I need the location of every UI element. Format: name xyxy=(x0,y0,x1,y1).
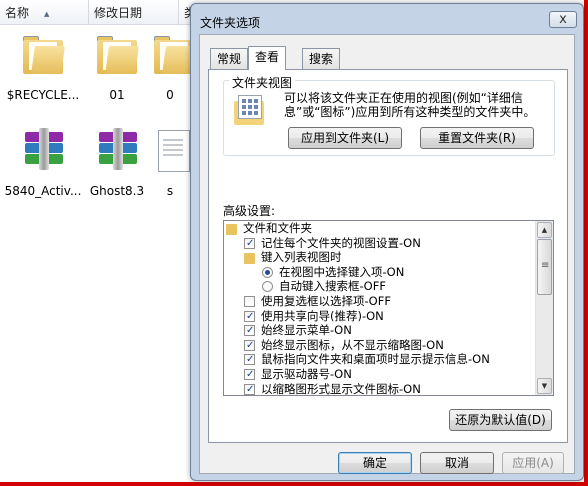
vertical-scrollbar[interactable]: ▲ ▼ xyxy=(535,221,553,395)
folder-icon xyxy=(93,30,141,78)
file-label: s xyxy=(166,184,174,198)
tab-general-label: 常规 xyxy=(217,52,242,66)
folder-views-title: 文件夹视图 xyxy=(229,74,296,91)
scroll-down-icon[interactable]: ▼ xyxy=(537,378,552,394)
checkbox[interactable] xyxy=(244,339,255,352)
column-modified-date[interactable]: 修改日期 xyxy=(88,0,178,24)
view-tab-panel: 可以将该文件夹正在使用的视图(例如“详细信息”或“图标”)应用到所有这种类型的文… xyxy=(208,69,568,443)
setting-label: 使用共享向导(推荐)-ON xyxy=(261,308,384,323)
setting-label: 键入列表视图时 xyxy=(261,250,342,265)
apply-to-folders-button[interactable]: 应用到文件夹(L) xyxy=(288,127,402,149)
dialog-client-area: 常规 查看 搜索 可以将该文件夹正在使用的视图(例如“详细信息”或“图标”)应用… xyxy=(199,34,575,474)
close-icon: x xyxy=(559,12,567,27)
advanced-settings-list[interactable]: 文件和文件夹记住每个文件夹的视图设置-ON键入列表视图时在视图中选择键入项-ON… xyxy=(223,220,554,396)
file-item[interactable]: Ghost8.3 xyxy=(74,126,160,198)
setting-label: 在视图中选择键入项-ON xyxy=(279,264,405,279)
folder-icon xyxy=(244,253,255,265)
setting-label: 文件和文件夹 xyxy=(243,221,312,235)
setting-label: 始终显示菜单-ON xyxy=(261,323,352,338)
setting-label: 显示驱动器号-ON xyxy=(261,367,352,381)
sort-arrow-icon: ▲ xyxy=(44,10,50,18)
file-item[interactable]: 01 xyxy=(74,30,160,102)
file-icon xyxy=(150,126,190,174)
dialog-titlebar[interactable]: 文件夹选项 x xyxy=(191,4,583,34)
file-label: 0 xyxy=(166,88,174,102)
setting-label: 记住每个文件夹的视图设置-ON xyxy=(261,235,421,250)
file-label: Ghost8.3 xyxy=(89,184,145,198)
rar-archive-icon xyxy=(19,126,67,174)
restore-defaults-button[interactable]: 还原为默认值(D) xyxy=(449,409,552,431)
advanced-settings-items: 文件和文件夹记住每个文件夹的视图设置-ON键入列表视图时在视图中选择键入项-ON… xyxy=(224,221,536,396)
setting-label: 始终显示图标，从不显示缩略图-ON xyxy=(261,337,444,352)
checkbox[interactable] xyxy=(244,324,255,337)
radio-button[interactable] xyxy=(262,281,273,293)
setting-label: 使用复选框以选择项-OFF xyxy=(261,294,391,308)
setting-label: 以缩略图形式显示文件图标-ON xyxy=(261,381,421,396)
radio-button[interactable] xyxy=(262,266,273,278)
apply-button[interactable]: 应用(A) xyxy=(502,452,564,474)
tab-search[interactable]: 搜索 xyxy=(302,48,341,69)
checkbox[interactable] xyxy=(244,368,255,381)
column-modified-label: 修改日期 xyxy=(94,6,143,20)
folder-views-group: 可以将该文件夹正在使用的视图(例如“详细信息”或“图标”)应用到所有这种类型的文… xyxy=(223,80,555,156)
folder-view-icon xyxy=(234,95,266,127)
tab-general[interactable]: 常规 xyxy=(210,48,249,69)
setting-label: 鼠标指向文件夹和桌面项时显示提示信息-ON xyxy=(261,352,490,367)
column-name[interactable]: 名称 ▲ xyxy=(0,0,88,24)
folder-icon xyxy=(19,30,67,78)
reset-folders-button[interactable]: 重置文件夹(R) xyxy=(420,127,534,149)
file-label: 01 xyxy=(109,88,125,102)
advanced-settings-label: 高级设置: xyxy=(223,204,276,218)
window-edge xyxy=(584,0,588,486)
tab-view[interactable]: 查看 xyxy=(248,46,287,70)
checkbox[interactable] xyxy=(244,353,255,366)
file-item[interactable]: s xyxy=(150,126,190,198)
rar-archive-icon xyxy=(93,126,141,174)
scrollbar-thumb[interactable] xyxy=(537,239,552,295)
close-button[interactable]: x xyxy=(549,11,577,28)
window-edge-bottom xyxy=(0,482,588,486)
checkbox[interactable] xyxy=(244,296,255,307)
tab-view-label: 查看 xyxy=(255,50,280,64)
scroll-up-icon[interactable]: ▲ xyxy=(537,222,552,238)
ok-button[interactable]: 确定 xyxy=(338,452,412,474)
setting-label: 自动键入搜索框-OFF xyxy=(279,279,386,294)
folder-icon xyxy=(150,30,190,78)
tab-search-label: 搜索 xyxy=(309,52,334,66)
checkbox[interactable] xyxy=(244,310,255,323)
folder-options-dialog: 文件夹选项 x 常规 查看 搜索 可以将该文件夹正在使用的视图(例如“详细信息”… xyxy=(190,3,584,481)
checkbox[interactable] xyxy=(244,383,255,395)
cancel-button[interactable]: 取消 xyxy=(420,452,494,474)
dialog-title: 文件夹选项 xyxy=(200,16,261,30)
file-item[interactable]: 0 xyxy=(150,30,190,102)
folder-icon xyxy=(226,224,237,235)
checkbox[interactable] xyxy=(244,237,255,250)
folder-views-description: 可以将该文件夹正在使用的视图(例如“详细信息”或“图标”)应用到所有这种类型的文… xyxy=(284,91,536,119)
column-name-label: 名称 xyxy=(5,6,30,20)
